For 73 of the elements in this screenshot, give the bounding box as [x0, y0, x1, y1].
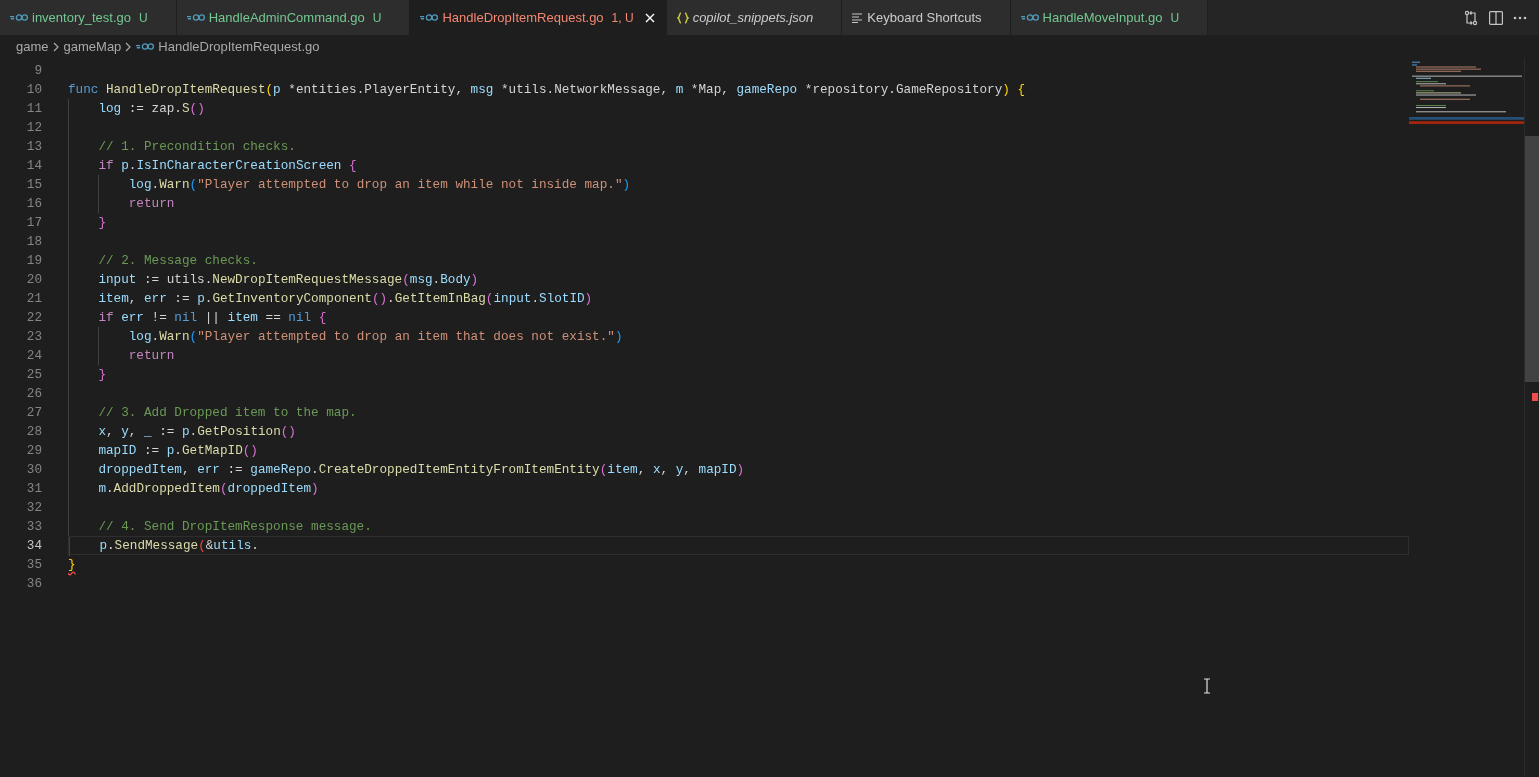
breadcrumb-item[interactable]: HandleDropItemRequest.go	[136, 39, 320, 54]
line-number: 27	[25, 404, 42, 422]
chevron-icon	[125, 41, 133, 52]
braces-icon	[676, 11, 689, 24]
code-line: return	[68, 194, 1409, 213]
code-line: // 3. Add Dropped item to the map.	[68, 403, 1409, 422]
line-number: 32	[25, 499, 42, 517]
line-number: 28	[25, 423, 42, 441]
code-line: droppedItem, err := gameRepo.CreateDroppedItemEntityFromItemEntity(item, x, y, mapID)	[68, 460, 1409, 479]
go-file-icon	[186, 13, 205, 22]
code-line: if p.IsInCharacterCreationScreen {	[68, 156, 1409, 175]
editor-tab[interactable]: HandleAdminCommand.go U	[176, 0, 411, 35]
line-number: 29	[25, 442, 42, 460]
line-number: 31	[25, 480, 42, 498]
editor-tab[interactable]: HandleDropItemRequest.go 1, U	[410, 0, 667, 35]
line-number: 16	[25, 195, 42, 213]
line-number: 30	[25, 461, 42, 479]
line-number: 23	[25, 328, 42, 346]
code-line: }	[68, 213, 1409, 232]
code-line: return	[68, 346, 1409, 365]
line-number: 24	[25, 347, 42, 365]
code-line: log.Warn("Player attempted to drop an item that does not exist.")	[68, 327, 1409, 346]
code-line: log := zap.S()	[68, 99, 1409, 118]
line-number: 25	[25, 366, 42, 384]
code-line: log.Warn("Player attempted to drop an item while not inside map.")	[68, 175, 1409, 194]
line-number: 36	[25, 575, 42, 593]
code-line: item, err := p.GetInventoryComponent().GetItemInBag(input.SlotID)	[68, 289, 1409, 308]
split-editor-icon[interactable]	[1489, 10, 1503, 25]
code-line: mapID := p.GetMapID()	[68, 441, 1409, 460]
line-number: 34	[25, 537, 42, 555]
scrollbar-thumb[interactable]	[1525, 136, 1539, 382]
editor-tab[interactable]: Keyboard Shortcuts	[842, 0, 1011, 35]
code-line: if err != nil || item == nil {	[68, 308, 1409, 327]
list-icon	[852, 12, 864, 23]
line-number: 12	[25, 119, 42, 137]
line-number: 9	[33, 62, 42, 80]
line-number: 22	[25, 309, 42, 327]
code-line: func HandleDropItemRequest(p *entities.PlayerEntity, msg *utils.NetworkMessage, m *Map, gameRepo *repository.GameRepository) {	[68, 81, 1027, 99]
code-line: // 4. Send DropItemResponse message.	[68, 517, 1409, 536]
code-line: // 2. Message checks.	[68, 251, 1409, 270]
line-number: 14	[25, 157, 42, 175]
chevron-icon	[52, 41, 60, 52]
code-line: }	[68, 365, 1409, 384]
breadcrumb-item[interactable]: gameMap	[63, 39, 122, 54]
code-line: }	[68, 556, 77, 574]
code-line: x, y, _ := p.GetPosition()	[68, 422, 1409, 441]
editor-tab[interactable]: HandleMoveInput.go U	[1010, 0, 1209, 35]
line-number: 26	[25, 385, 42, 403]
line-number: 13	[25, 138, 42, 156]
go-file-icon	[136, 42, 155, 51]
code-line: m.AddDroppedItem(droppedItem)	[68, 479, 1409, 498]
go-file-icon	[420, 13, 439, 22]
line-number: 18	[25, 233, 42, 251]
error-marker	[1532, 393, 1538, 401]
breadcrumb-item[interactable]: game	[16, 39, 49, 54]
more-icon[interactable]	[1513, 15, 1527, 20]
line-number: 20	[25, 271, 42, 289]
text-cursor-icon	[1203, 678, 1211, 694]
line-number: 19	[25, 252, 42, 270]
line-number: 10	[25, 81, 42, 99]
line-number: 21	[25, 290, 42, 308]
editor-tab[interactable]: copilot_snippets.json	[666, 0, 843, 35]
line-number: 33	[25, 518, 42, 536]
editor-tab[interactable]: inventory_test.go U	[0, 0, 177, 35]
line-number: 15	[25, 176, 42, 194]
go-file-icon	[10, 13, 28, 22]
line-number: 11	[25, 100, 42, 118]
line-number: 17	[25, 214, 42, 232]
go-file-icon	[1020, 13, 1039, 22]
line-number: 35	[25, 556, 42, 574]
code-line: // 1. Precondition checks.	[68, 137, 1409, 156]
code-line: input := utils.NewDropItemRequestMessage(msg.Body)	[68, 270, 1409, 289]
compare-changes-icon[interactable]	[1463, 9, 1479, 26]
